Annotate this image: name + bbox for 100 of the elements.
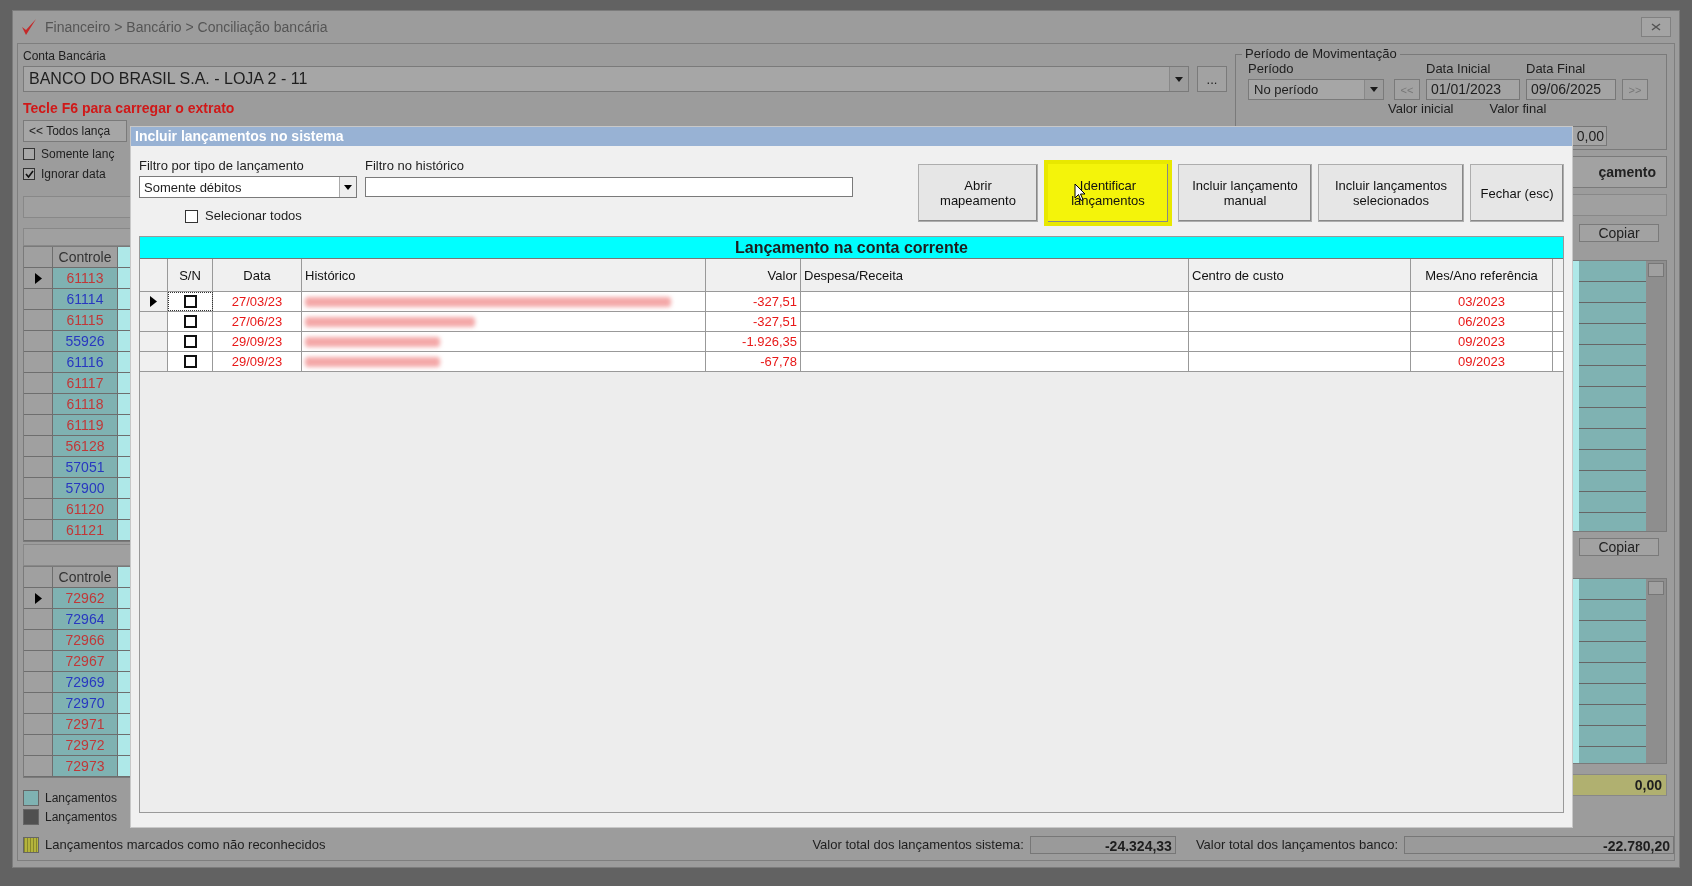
date-field[interactable]: 01/01/2023: [1426, 79, 1520, 100]
history-filter-field[interactable]: [365, 177, 853, 197]
table-cell: 27/06/23: [213, 312, 302, 331]
checkbox-label: Somente lanç: [41, 146, 115, 162]
close-button[interactable]: [1641, 17, 1671, 37]
value-field[interactable]: 0,00: [1571, 126, 1607, 146]
table-cell: [118, 478, 130, 498]
total-field: -24.324,33: [1029, 836, 1176, 854]
checkbox-label: Selecionar todos: [205, 208, 302, 224]
table-cell: [118, 672, 130, 692]
difference-field: 0,00: [1571, 774, 1667, 796]
table-cell: [118, 520, 130, 540]
column-header: S/N: [168, 259, 213, 291]
field-label: Conta Bancária: [23, 48, 107, 64]
action-button[interactable]: Incluir lançamentos selecionados: [1318, 164, 1464, 222]
field-label: Data Final: [1526, 61, 1587, 77]
close-icon: [1651, 23, 1661, 31]
table-cell: [118, 436, 130, 456]
checkbox[interactable]: [183, 355, 197, 368]
table-cell: [118, 630, 130, 650]
table-cell: -1.926,35: [706, 332, 801, 351]
entries-dropdown[interactable]: << Todos lança: [23, 120, 127, 142]
legend-label: Lançamentos: [45, 808, 118, 825]
checkbox[interactable]: [183, 335, 197, 348]
row-pointer-icon: [150, 296, 157, 307]
group-title: Período de Movimentação: [1242, 46, 1400, 62]
table-cell: 29/09/23: [213, 352, 302, 371]
bank-account-dropdown[interactable]: BANCO DO BRASIL S.A. - LOJA 2 - 11: [23, 66, 1189, 92]
table-cell: 61119: [66, 417, 104, 433]
action-button[interactable]: Identificar lançamentos: [1044, 160, 1172, 226]
column-header: Valor: [706, 259, 801, 291]
table-cell: 61121: [66, 522, 104, 538]
column-header: Mes/Ano referência: [1411, 259, 1553, 291]
table-cell: 61116: [66, 354, 104, 370]
checkbox[interactable]: [183, 295, 197, 308]
copy-button[interactable]: Copiar: [1579, 538, 1659, 556]
table-cell: 72967: [65, 653, 105, 669]
table-cell: 29/09/23: [213, 332, 302, 351]
table-cell: 55926: [65, 333, 105, 349]
table-cell: 72970: [65, 695, 105, 711]
table-cell: [118, 310, 130, 330]
action-button[interactable]: Abrir mapeamento: [918, 164, 1038, 222]
action-button[interactable]: Incluir lançamento manual: [1178, 164, 1312, 222]
table-cell: [118, 756, 130, 776]
dropdown-arrow-icon: [1175, 76, 1183, 82]
row-pointer-icon: [34, 592, 42, 604]
table-cell: 57900: [65, 480, 105, 496]
more-button[interactable]: ...: [1197, 66, 1227, 92]
table-cell: [118, 609, 130, 629]
table-cell: [118, 373, 130, 393]
table-cell: [118, 415, 130, 435]
table-cell: 27/03/23: [213, 292, 302, 311]
table-cell: [118, 588, 130, 608]
column-header: Despesa/Receita: [801, 259, 1189, 291]
dropdown-arrow-icon: [344, 184, 352, 190]
action-button[interactable]: çamento: [1571, 156, 1667, 188]
action-button[interactable]: Fechar (esc): [1470, 164, 1564, 222]
field-label: Data Inicial: [1426, 61, 1492, 77]
field-label: Filtro por tipo de lançamento: [139, 158, 305, 174]
dropdown-arrow-icon: [1370, 87, 1378, 92]
field-label: Filtro no histórico: [365, 158, 465, 174]
table-cell: [118, 331, 130, 351]
field-label: Período: [1248, 61, 1295, 77]
checkbox[interactable]: [23, 148, 35, 160]
row-header[interactable]: [140, 292, 168, 311]
hint-text: Tecle F6 para carregar o extrato: [23, 100, 236, 116]
row-pointer-icon: [34, 272, 42, 284]
table-cell: 56128: [65, 438, 105, 454]
table-cell: 72972: [65, 737, 105, 753]
table-cell: [118, 714, 130, 734]
checkbox[interactable]: [23, 168, 35, 180]
table-cell: [118, 352, 130, 372]
period-dropdown[interactable]: No período: [1248, 79, 1384, 100]
table-cell: -327,51: [706, 312, 801, 331]
table-cell: -327,51: [706, 292, 801, 311]
field-label: Valor inicial: [1388, 101, 1454, 117]
table-cell: [118, 567, 130, 587]
dialog-title: Incluir lançamentos no sistema: [131, 127, 1572, 146]
row-header[interactable]: [24, 268, 53, 288]
table-cell: 72966: [65, 632, 105, 648]
table-cell: [118, 289, 130, 309]
table-cell: 61114: [66, 291, 104, 307]
legend-label: Lançamentos: [45, 789, 118, 806]
copy-button[interactable]: Copiar: [1579, 224, 1659, 242]
table-cell: [118, 394, 130, 414]
row-header[interactable]: [24, 588, 53, 608]
checkbox[interactable]: [185, 209, 198, 223]
table-cell: [118, 268, 130, 288]
table-cell: 72962: [65, 590, 105, 606]
table-cell: 61120: [66, 501, 104, 517]
date-field[interactable]: 09/06/2025: [1526, 79, 1616, 100]
table-cell: 61113: [66, 270, 104, 286]
checkbox[interactable]: [183, 315, 197, 328]
total-label: Valor total dos lançamentos banco:: [1195, 837, 1398, 853]
table-cell: 72964: [65, 611, 105, 627]
table-cell: -67,78: [706, 352, 801, 371]
table-title: Lançamento na conta corrente: [140, 237, 1563, 259]
table-cell: 72971: [65, 716, 105, 732]
type-dropdown[interactable]: Somente débitos: [139, 176, 357, 198]
table-cell: 09/2023: [1411, 352, 1553, 371]
